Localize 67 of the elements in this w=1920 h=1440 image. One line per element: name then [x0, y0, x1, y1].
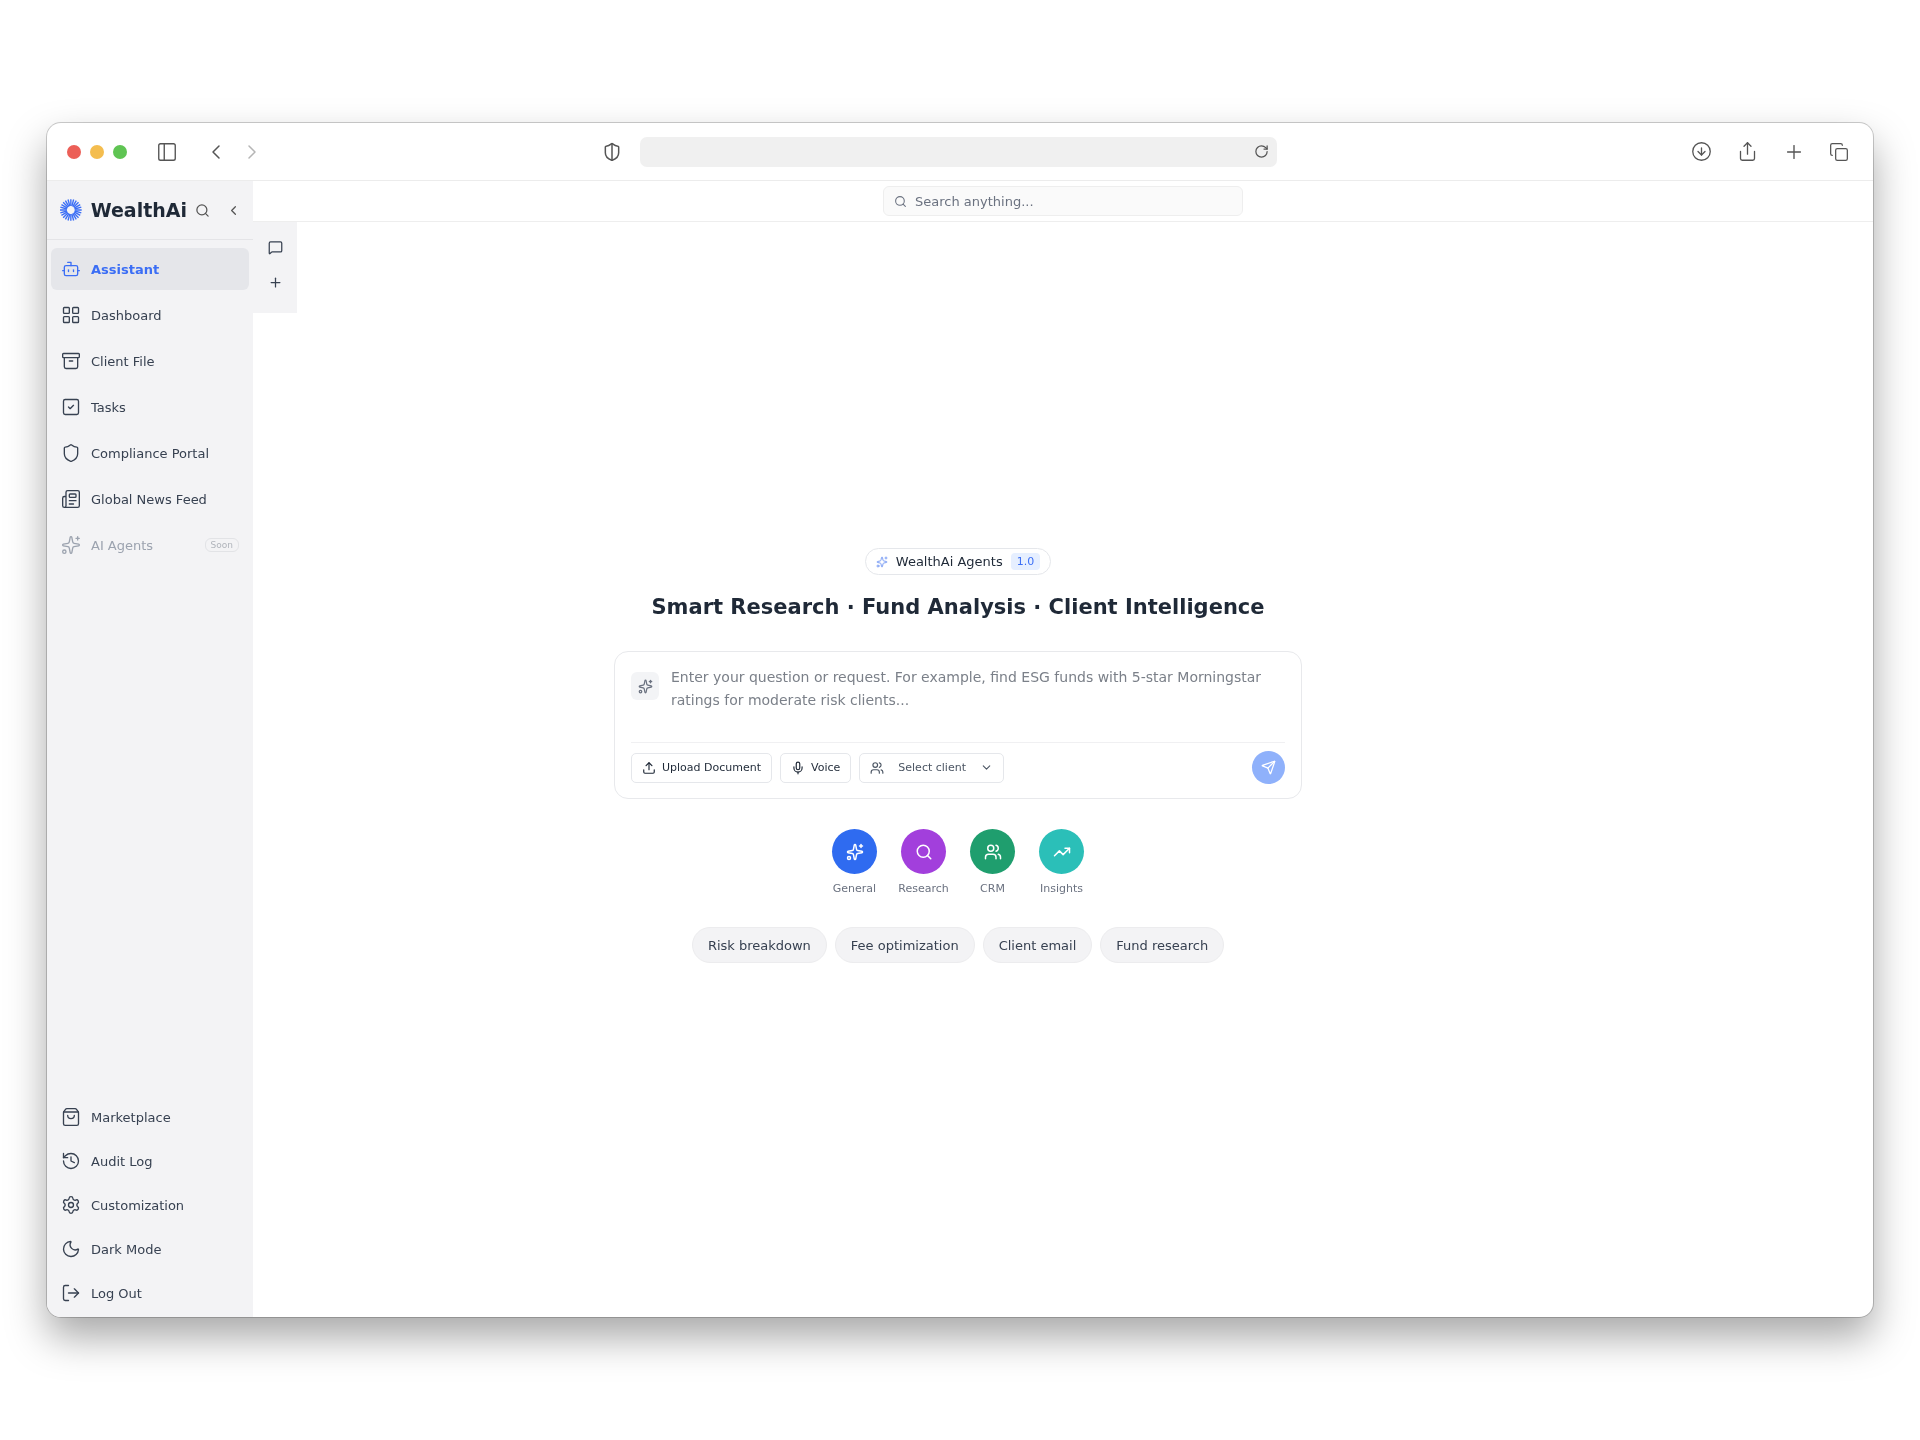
checkbox-icon: [61, 397, 81, 417]
mode-button[interactable]: CRM: [970, 829, 1015, 895]
download-icon[interactable]: [1691, 141, 1712, 162]
sidebar-item[interactable]: Client File: [51, 340, 249, 382]
people-icon: [983, 842, 1002, 861]
sidebar-item[interactable]: Dark Mode: [51, 1227, 249, 1271]
sidebar-item[interactable]: Tasks: [51, 386, 249, 428]
mode-button[interactable]: Research: [901, 829, 946, 895]
suggestion-chip[interactable]: Risk breakdown: [691, 927, 827, 963]
sparkle-icon: [61, 535, 81, 555]
mode-label: Insights: [1040, 882, 1083, 895]
prompt-box[interactable]: Enter your question or request. For example, find ESG funds with 5-star Morningstar ratings for moderate risk clients... Upload Document Voice Select client: [614, 651, 1302, 799]
tabs-overview-icon[interactable]: [1829, 141, 1849, 162]
search-icon: [914, 842, 933, 861]
suggestion-chip[interactable]: Fund research: [1100, 927, 1225, 963]
shield-icon[interactable]: [602, 141, 622, 162]
search-input[interactable]: Search anything...: [913, 192, 1232, 210]
suggestion-chip[interactable]: Client email: [982, 927, 1093, 963]
archive-box-icon: [61, 351, 81, 371]
close-window-button[interactable]: [67, 144, 81, 159]
sparkle-icon: [631, 672, 659, 700]
chat-bubble-icon[interactable]: [267, 240, 283, 255]
plus-icon[interactable]: [267, 275, 283, 290]
shield-icon: [61, 443, 81, 463]
sparkle-icon: [875, 555, 888, 568]
sidebar-item[interactable]: Assistant: [51, 248, 249, 290]
settings-icon: [61, 1195, 81, 1215]
action-button[interactable]: Upload Document: [631, 752, 773, 783]
sidebar-item[interactable]: Global News Feed: [51, 478, 249, 520]
brand-name: WealthAi: [90, 199, 187, 221]
sidebar-item[interactable]: Customization: [51, 1183, 249, 1227]
sidebar-toggle-icon[interactable]: [156, 140, 178, 163]
sidebar-item[interactable]: Compliance Portal: [51, 432, 249, 474]
microphone-icon: [791, 760, 806, 775]
mode-label: Research: [898, 882, 949, 895]
search-icon: [894, 194, 907, 208]
upload-icon: [642, 760, 656, 775]
share-icon[interactable]: [1737, 141, 1758, 162]
mode-button[interactable]: General: [832, 829, 877, 895]
sidebar-item[interactable]: Marketplace: [51, 1095, 249, 1139]
send-icon: [1261, 760, 1276, 775]
mode-label: General: [832, 882, 877, 895]
robot-icon: [61, 259, 81, 279]
sidebar-item[interactable]: Log Out: [51, 1271, 249, 1315]
shopping-bag-icon: [61, 1107, 81, 1127]
version-tag: 1.0: [1010, 553, 1041, 570]
headline: Smart Research · Fund Analysis · Client Intelligence: [651, 595, 1265, 619]
sidebar-item[interactable]: Audit Log: [51, 1139, 249, 1183]
reload-icon[interactable]: [1254, 144, 1269, 159]
grid-icon: [61, 305, 81, 325]
logout-icon: [61, 1283, 81, 1303]
action-button[interactable]: Voice: [780, 752, 852, 783]
newspaper-icon: [61, 489, 81, 509]
mode-label: CRM: [980, 882, 1005, 895]
client-select[interactable]: Select client: [859, 752, 1004, 783]
suggestion-chip[interactable]: Fee optimization: [834, 927, 975, 963]
people-icon: [870, 760, 885, 775]
starburst-logo: [59, 197, 83, 223]
moon-icon: [61, 1239, 81, 1259]
sidebar-item[interactable]: Dashboard: [51, 294, 249, 336]
search-icon[interactable]: [195, 202, 210, 218]
sparkle-icon: [845, 842, 864, 861]
search-field[interactable]: Search anything...: [883, 186, 1243, 216]
mode-button[interactable]: Insights: [1039, 829, 1084, 895]
history-icon: [61, 1151, 81, 1171]
agents-label: WealthAi Agents: [895, 554, 1003, 569]
soon-badge: Soon: [204, 538, 239, 552]
